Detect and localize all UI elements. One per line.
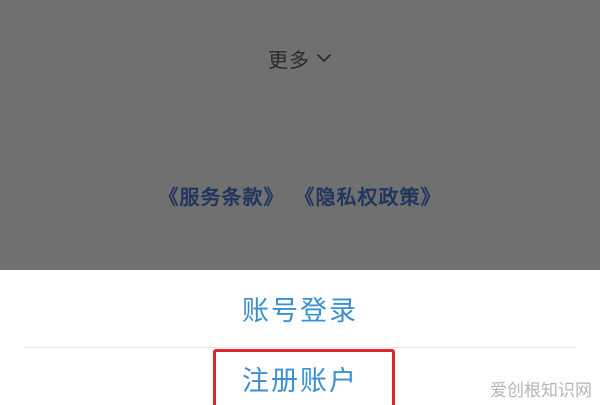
legal-links: 《服务条款》 《隐私权政策》 [0, 178, 600, 212]
account-login-button[interactable]: 账号登录 [0, 280, 600, 336]
privacy-policy-link[interactable]: 《隐私权政策》 [295, 181, 442, 210]
more-label: 更多 [268, 47, 310, 72]
watermark: 爱创根知识网 [490, 381, 592, 401]
more-options-toggle[interactable]: 更多 [0, 42, 600, 74]
chevron-down-icon [316, 50, 332, 66]
divider [24, 347, 576, 348]
screen: 更多 《服务条款》 《隐私权政策》 账号登录 注册账户 爱创根知识网 [0, 0, 600, 405]
terms-of-service-link[interactable]: 《服务条款》 [159, 181, 285, 210]
dimmed-background[interactable]: 更多 《服务条款》 《隐私权政策》 [0, 0, 600, 270]
